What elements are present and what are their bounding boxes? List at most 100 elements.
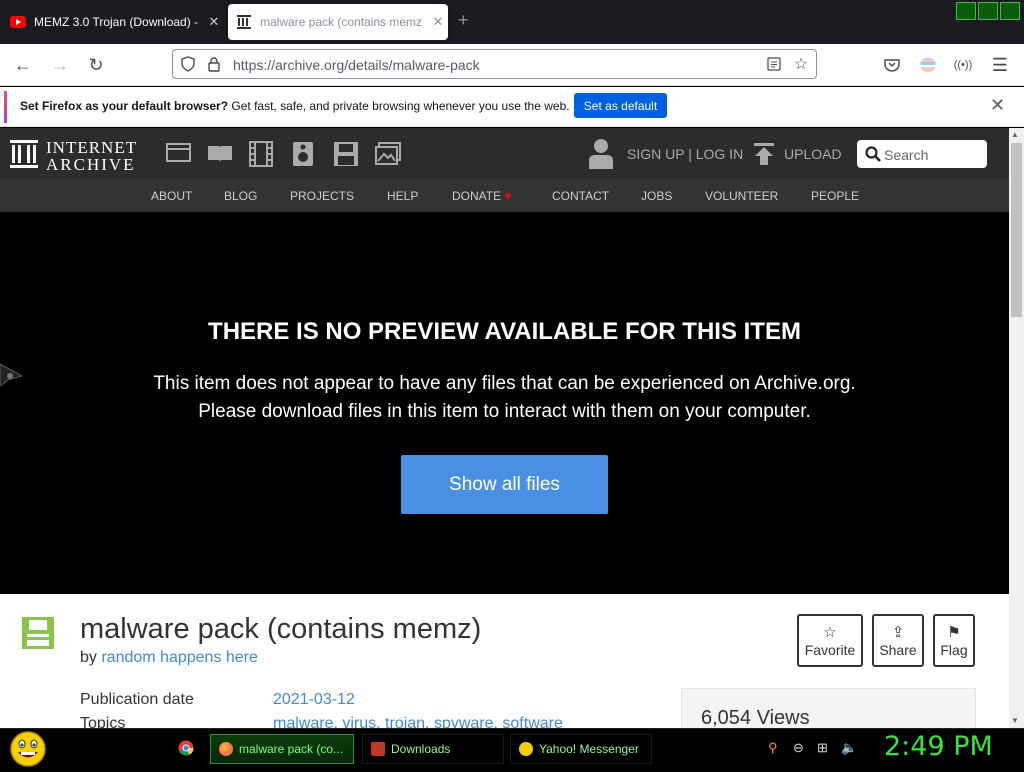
scrollbar-thumb[interactable] xyxy=(1011,143,1022,317)
topics-links[interactable]: malware, virus, trojan, spyware, softwar… xyxy=(273,715,563,728)
default-browser-notification: Set Firefox as your default browser? Get… xyxy=(0,87,1024,127)
video-icon[interactable] xyxy=(248,141,274,167)
author-link[interactable]: random happens here xyxy=(101,649,258,666)
nav-volunteer[interactable]: VOLUNTEER xyxy=(705,189,778,203)
clock[interactable]: 2:49 PM xyxy=(884,731,993,762)
show-all-files-button[interactable]: Show all files xyxy=(401,455,608,514)
item-details-viewport: malware pack (contains memz) by random h… xyxy=(0,594,1024,728)
favorite-label: Favorite xyxy=(804,641,856,658)
close-tab-icon[interactable]: ✕ xyxy=(204,14,224,30)
software-icon[interactable] xyxy=(333,141,359,167)
archive-icon xyxy=(236,14,252,30)
start-button[interactable] xyxy=(8,729,48,767)
menu-icon[interactable]: ☰ xyxy=(987,52,1013,78)
flag-button[interactable]: ⚑ Flag xyxy=(933,614,975,667)
topics-label: Topics xyxy=(80,715,126,728)
window-controls[interactable] xyxy=(956,2,1020,20)
nav-jobs[interactable]: JOBS xyxy=(641,189,672,203)
yahoo-messenger-icon xyxy=(519,742,533,756)
nav-about[interactable]: ABOUT xyxy=(151,189,192,203)
nav-help[interactable]: HELP xyxy=(387,189,418,203)
software-item-icon xyxy=(22,617,54,649)
tab-label: MEMZ 3.0 Trojan (Download) - xyxy=(34,15,199,29)
tab-memz-video[interactable]: MEMZ 3.0 Trojan (Download) - ✕ xyxy=(2,4,224,40)
lock-icon[interactable] xyxy=(205,55,223,73)
close-tab-icon[interactable]: ✕ xyxy=(428,14,448,30)
flag-label: Flag xyxy=(940,641,968,658)
views-count: 6,054 Views xyxy=(701,707,810,728)
firefox-icon xyxy=(219,742,233,756)
minus-tray-icon[interactable]: ⊖ xyxy=(793,740,809,756)
star-icon: ☆ xyxy=(823,623,837,641)
taskbar-label: malware pack (co... xyxy=(239,742,344,756)
notification-text: Get fast, safe, and private browsing whe… xyxy=(228,99,570,113)
preview-message-line2: Please download files in this item to in… xyxy=(198,401,811,422)
search-input[interactable]: Search xyxy=(857,140,987,168)
taskbar-label: Yahoo! Messenger xyxy=(539,742,639,756)
flag-icon: ⚑ xyxy=(947,623,961,641)
upload-icon[interactable] xyxy=(754,143,774,165)
new-tab-icon[interactable]: + xyxy=(458,10,469,31)
logo-line2: ARCHIVE xyxy=(46,155,136,174)
url-text: https://archive.org/details/malware-pack xyxy=(233,57,480,73)
share-label: Share xyxy=(879,641,917,658)
signup-login-link[interactable]: SIGN UP | LOG IN xyxy=(627,146,743,162)
reader-view-icon[interactable] xyxy=(765,55,783,73)
downloads-icon xyxy=(371,742,385,756)
reload-icon[interactable]: ↻ xyxy=(83,52,109,78)
navigation-toolbar: ← → ↻ https://archive.org/details/malwar… xyxy=(0,44,1024,86)
search-icon xyxy=(865,146,881,162)
preview-title: THERE IS NO PREVIEW AVAILABLE FOR THIS I… xyxy=(208,318,801,345)
archive-logo-icon xyxy=(10,140,38,168)
youtube-icon xyxy=(10,14,26,30)
chrome-icon[interactable] xyxy=(178,740,194,756)
audio-icon[interactable] xyxy=(291,141,317,167)
tab-label: malware pack (contains memz xyxy=(260,15,423,29)
account-icon[interactable] xyxy=(915,52,941,78)
taskbar-yahoo-messenger[interactable]: Yahoo! Messenger xyxy=(510,734,652,764)
scroll-down-icon[interactable]: ▼ xyxy=(1011,716,1019,725)
pocket-icon[interactable] xyxy=(879,52,905,78)
volume-icon[interactable]: 🔈 xyxy=(841,740,857,756)
forward-icon[interactable]: → xyxy=(47,52,73,78)
heart-icon: ♥ xyxy=(504,189,512,203)
archive-logo[interactable]: INTERNET ARCHIVE xyxy=(10,138,140,174)
by-prefix: by xyxy=(80,649,102,666)
pubdate-link[interactable]: 2021-03-12 xyxy=(273,691,355,709)
user-icon[interactable] xyxy=(588,137,614,169)
item-byline: by random happens here xyxy=(80,649,258,667)
texts-icon[interactable] xyxy=(207,141,233,167)
pubdate-label: Publication date xyxy=(80,691,194,708)
taskbar-downloads[interactable]: Downloads xyxy=(362,734,504,764)
back-icon[interactable]: ← xyxy=(10,52,36,78)
taskbar-firefox[interactable]: malware pack (co... xyxy=(210,734,354,764)
bookmark-star-icon[interactable]: ☆ xyxy=(792,55,810,73)
nav-projects[interactable]: PROJECTS xyxy=(290,189,354,203)
network-icon[interactable]: ⊞ xyxy=(817,740,833,756)
share-button[interactable]: ⇪ Share xyxy=(872,614,924,667)
upload-link[interactable]: UPLOAD xyxy=(784,146,842,162)
share-icon: ⇪ xyxy=(891,623,905,641)
set-default-button[interactable]: Set as default xyxy=(574,93,667,118)
search-tray-icon[interactable]: ⚲ xyxy=(768,740,784,756)
nav-contact[interactable]: CONTACT xyxy=(552,189,609,203)
notification-bold: Set Firefox as your default browser? xyxy=(20,99,229,113)
nav-blog[interactable]: BLOG xyxy=(224,189,257,203)
smiley-icon xyxy=(10,731,46,767)
nav-donate[interactable]: DONATE ♥ xyxy=(452,189,512,203)
web-icon[interactable] xyxy=(166,141,192,167)
nav-donate-label: DONATE xyxy=(452,189,502,203)
preview-message-line1: This item does not appear to have any fi… xyxy=(153,373,856,394)
item-title: malware pack (contains memz) xyxy=(80,613,482,645)
images-icon[interactable] xyxy=(375,141,401,167)
nav-people[interactable]: PEOPLE xyxy=(811,189,859,203)
extension-icon[interactable]: ((•)) xyxy=(950,52,976,78)
url-bar[interactable]: https://archive.org/details/malware-pack… xyxy=(172,49,817,79)
tab-malware-pack[interactable]: malware pack (contains memz ✕ xyxy=(228,4,448,40)
taskbar-label: Downloads xyxy=(391,742,451,756)
scroll-up-icon[interactable]: ▲ xyxy=(1011,130,1019,139)
favorite-button[interactable]: ☆ Favorite xyxy=(797,614,863,667)
close-icon[interactable]: ✕ xyxy=(990,95,1005,116)
shield-icon[interactable] xyxy=(179,55,197,73)
search-placeholder: Search xyxy=(884,147,929,163)
